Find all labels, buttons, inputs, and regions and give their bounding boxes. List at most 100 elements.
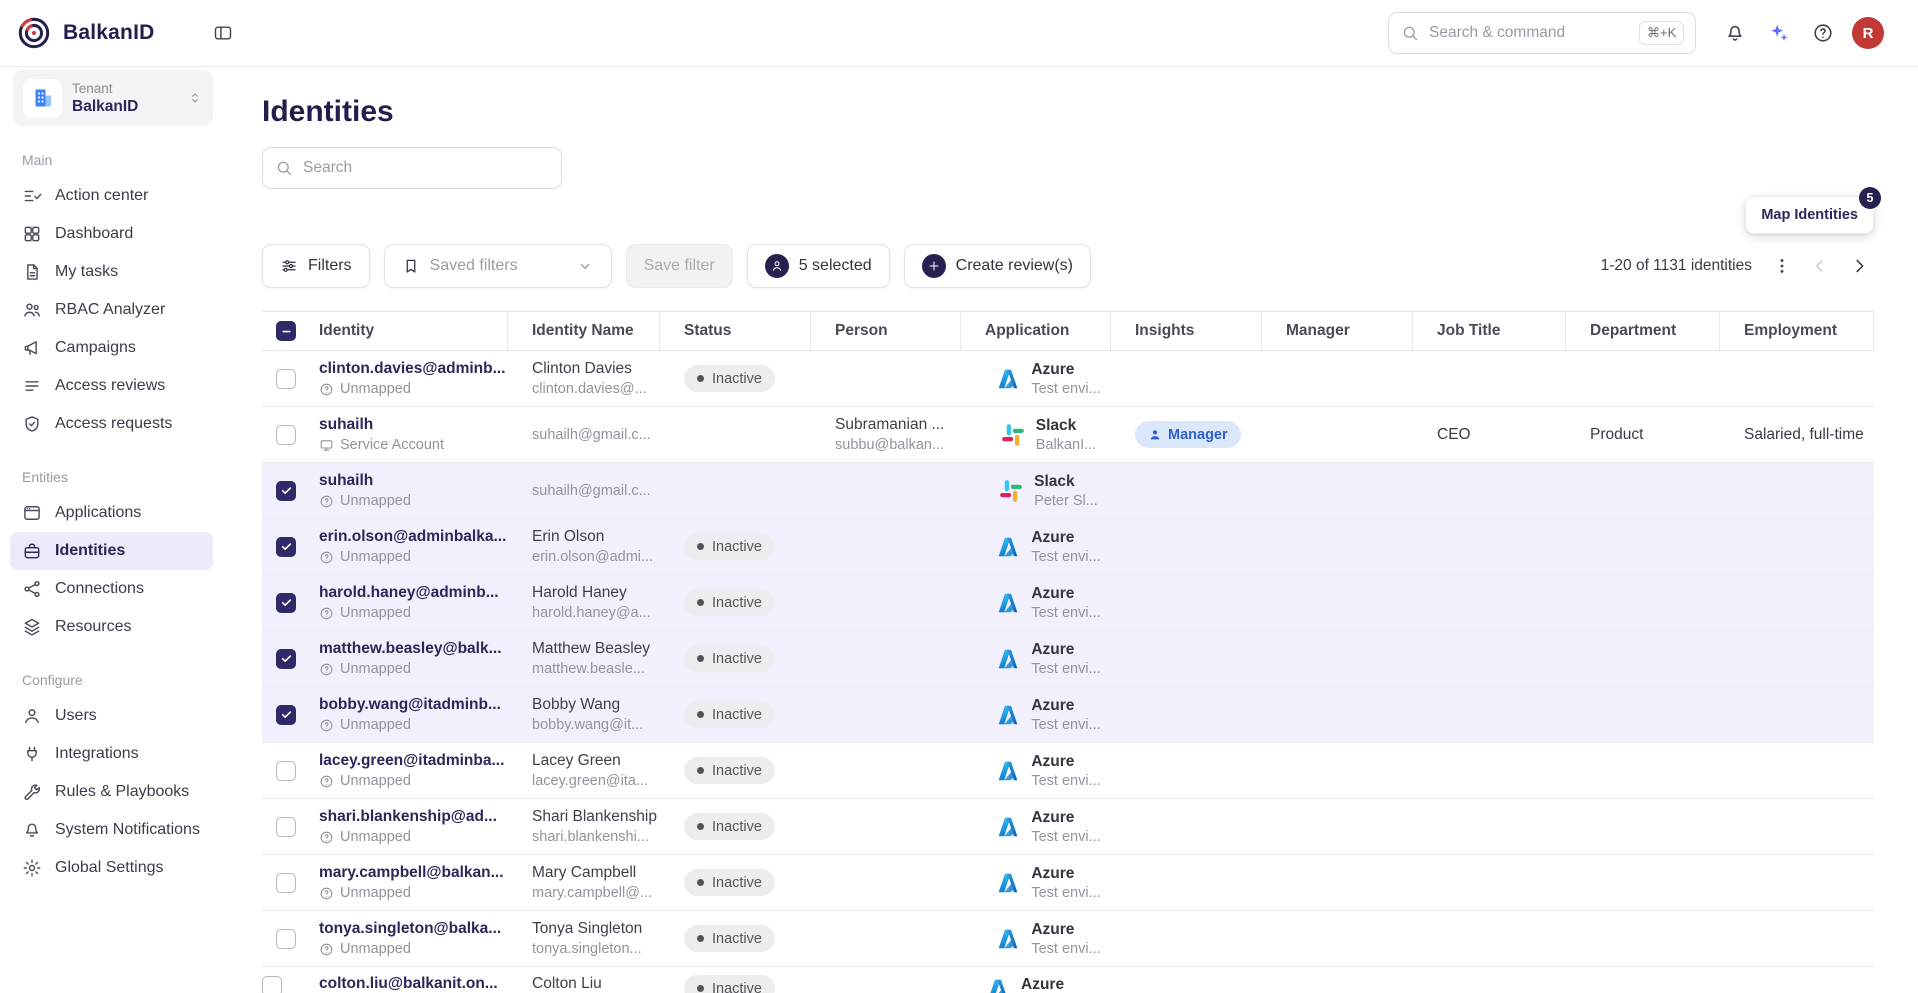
- column-header-identity: Identity: [310, 312, 508, 350]
- search-icon: [1401, 24, 1419, 42]
- identities-icon: [22, 541, 42, 561]
- table-row[interactable]: mary.campbell@balkan...UnmappedMary Camp…: [262, 855, 1874, 911]
- app-env: Test envi...: [1031, 717, 1100, 733]
- row-checkbox[interactable]: [276, 537, 296, 557]
- command-search-input[interactable]: [1429, 24, 1629, 42]
- plus-icon: [927, 259, 941, 273]
- table-row[interactable]: colton.liu@balkanit.on...Colton LiuInact…: [262, 967, 1874, 993]
- identity-name-value: Matthew Beasley: [532, 640, 660, 658]
- sidebar-item-integrations[interactable]: Integrations: [10, 735, 213, 773]
- row-checkbox[interactable]: [276, 481, 296, 501]
- sidebar-item-campaigns[interactable]: Campaigns: [10, 329, 213, 367]
- pagination-next-button[interactable]: [1844, 251, 1874, 281]
- row-checkbox[interactable]: [276, 761, 296, 781]
- app-env: Peter Sl...: [1034, 493, 1098, 509]
- app-name: Azure: [1031, 361, 1100, 379]
- table-row[interactable]: lacey.green@itadminba...UnmappedLacey Gr…: [262, 743, 1874, 799]
- create-review-button[interactable]: Create review(s): [904, 244, 1091, 288]
- identity-value: matthew.beasley@balk...: [319, 640, 508, 658]
- sidebar-item-users[interactable]: Users: [10, 697, 213, 735]
- row-checkbox[interactable]: [276, 929, 296, 949]
- table-row[interactable]: clinton.davies@adminb...UnmappedClinton …: [262, 351, 1874, 407]
- identity-name-value: Mary Campbell: [532, 864, 660, 882]
- table-row[interactable]: bobby.wang@itadminb...UnmappedBobby Wang…: [262, 687, 1874, 743]
- map-identities-button[interactable]: Map Identities 5: [1745, 196, 1874, 234]
- sidebar-item-identities[interactable]: Identities: [10, 532, 213, 570]
- table-row[interactable]: suhailhUnmappedsuhailh@gmail.c...SlackPe…: [262, 463, 1874, 519]
- sidebar-item-rbac-analyzer[interactable]: RBAC Analyzer: [10, 291, 213, 329]
- app-env: Test envi...: [1031, 941, 1100, 957]
- identity-name-value: Shari Blankenship: [532, 808, 660, 826]
- azure-icon: [995, 366, 1021, 392]
- selected-count-button[interactable]: 5 selected: [747, 244, 890, 288]
- table-row[interactable]: tonya.singleton@balka...UnmappedTonya Si…: [262, 911, 1874, 967]
- azure-icon: [995, 814, 1021, 840]
- job-title-value: [1413, 743, 1566, 798]
- identity-sub-label: Unmapped: [340, 829, 411, 845]
- row-checkbox[interactable]: [276, 705, 296, 725]
- identity-sub-label: Unmapped: [340, 381, 411, 397]
- user-icon: [1148, 428, 1162, 442]
- identity-sub: Unmapped: [319, 717, 508, 733]
- sidebar-item-access-reviews[interactable]: Access reviews: [10, 367, 213, 405]
- row-checkbox[interactable]: [276, 369, 296, 389]
- panel-toggle-button[interactable]: [209, 19, 237, 47]
- notifications-button[interactable]: [1720, 18, 1750, 48]
- ai-assistant-button[interactable]: [1764, 18, 1794, 48]
- table-row[interactable]: erin.olson@adminbalka...UnmappedErin Ols…: [262, 519, 1874, 575]
- app-name: Azure: [1031, 697, 1100, 715]
- command-search[interactable]: ⌘+K: [1388, 12, 1696, 54]
- pagination-menu-button[interactable]: [1768, 252, 1796, 280]
- chevron-down-icon: [576, 257, 594, 275]
- sidebar-item-system-notifications[interactable]: System Notifications: [10, 811, 213, 849]
- app-name: Azure: [1031, 641, 1100, 659]
- save-filter-button[interactable]: Save filter: [626, 244, 733, 288]
- row-checkbox[interactable]: [276, 817, 296, 837]
- row-checkbox[interactable]: [262, 976, 282, 993]
- tenant-value: BalkanID: [72, 98, 177, 116]
- select-all-checkbox[interactable]: [276, 321, 296, 341]
- sidebar-nav: MainAction centerDashboardMy tasksRBAC A…: [0, 152, 223, 887]
- job-title-value: [1413, 463, 1566, 518]
- app-env: Test envi...: [1031, 773, 1100, 789]
- main-content: Identities Map Identities 5 Filters Save…: [223, 67, 1918, 993]
- sidebar-item-applications[interactable]: Applications: [10, 494, 213, 532]
- sidebar-item-action-center[interactable]: Action center: [10, 177, 213, 215]
- identity-sub: Unmapped: [319, 885, 508, 901]
- status-badge: Inactive: [684, 925, 775, 952]
- table-row[interactable]: harold.haney@adminb...UnmappedHarold Han…: [262, 575, 1874, 631]
- department-value: [1566, 575, 1720, 630]
- azure-icon: [995, 870, 1021, 896]
- user-avatar[interactable]: R: [1852, 17, 1884, 49]
- selected-count-label: 5 selected: [799, 257, 872, 275]
- row-checkbox[interactable]: [276, 425, 296, 445]
- department-value: [1566, 463, 1720, 518]
- manager-value: [1262, 855, 1413, 910]
- app-window: BalkanID ⌘+K R: [0, 0, 1918, 993]
- sidebar-item-connections[interactable]: Connections: [10, 570, 213, 608]
- toolbar: Filters Saved filters Save filter 5 sele…: [262, 244, 1874, 288]
- saved-filters-select[interactable]: Saved filters: [384, 244, 612, 288]
- sidebar-item-access-requests[interactable]: Access requests: [10, 405, 213, 443]
- table-row[interactable]: shari.blankenship@ad...UnmappedShari Bla…: [262, 799, 1874, 855]
- row-checkbox[interactable]: [276, 593, 296, 613]
- sidebar-item-dashboard[interactable]: Dashboard: [10, 215, 213, 253]
- help-button[interactable]: [1808, 18, 1838, 48]
- status-dot-icon: [697, 823, 704, 830]
- sidebar-item-global-settings[interactable]: Global Settings: [10, 849, 213, 887]
- identity-sub: Unmapped: [319, 661, 508, 677]
- identity-email: erin.olson@admi...: [532, 549, 660, 565]
- filters-button[interactable]: Filters: [262, 244, 370, 288]
- sidebar-item-rules-playbooks[interactable]: Rules & Playbooks: [10, 773, 213, 811]
- pagination-prev-button[interactable]: [1806, 252, 1834, 280]
- row-checkbox[interactable]: [276, 649, 296, 669]
- employment-value: [1720, 351, 1874, 406]
- tenant-selector[interactable]: Tenant BalkanID: [13, 70, 213, 126]
- chevron-left-icon: [1810, 256, 1830, 276]
- table-row[interactable]: suhailhService Accountsuhailh@gmail.c...…: [262, 407, 1874, 463]
- row-checkbox[interactable]: [276, 873, 296, 893]
- sidebar-item-resources[interactable]: Resources: [10, 608, 213, 646]
- table-row[interactable]: matthew.beasley@balk... Unmapped Matthew B…: [262, 631, 1874, 687]
- sidebar-item-my-tasks[interactable]: My tasks: [10, 253, 213, 291]
- table-search-input[interactable]: [303, 159, 549, 177]
